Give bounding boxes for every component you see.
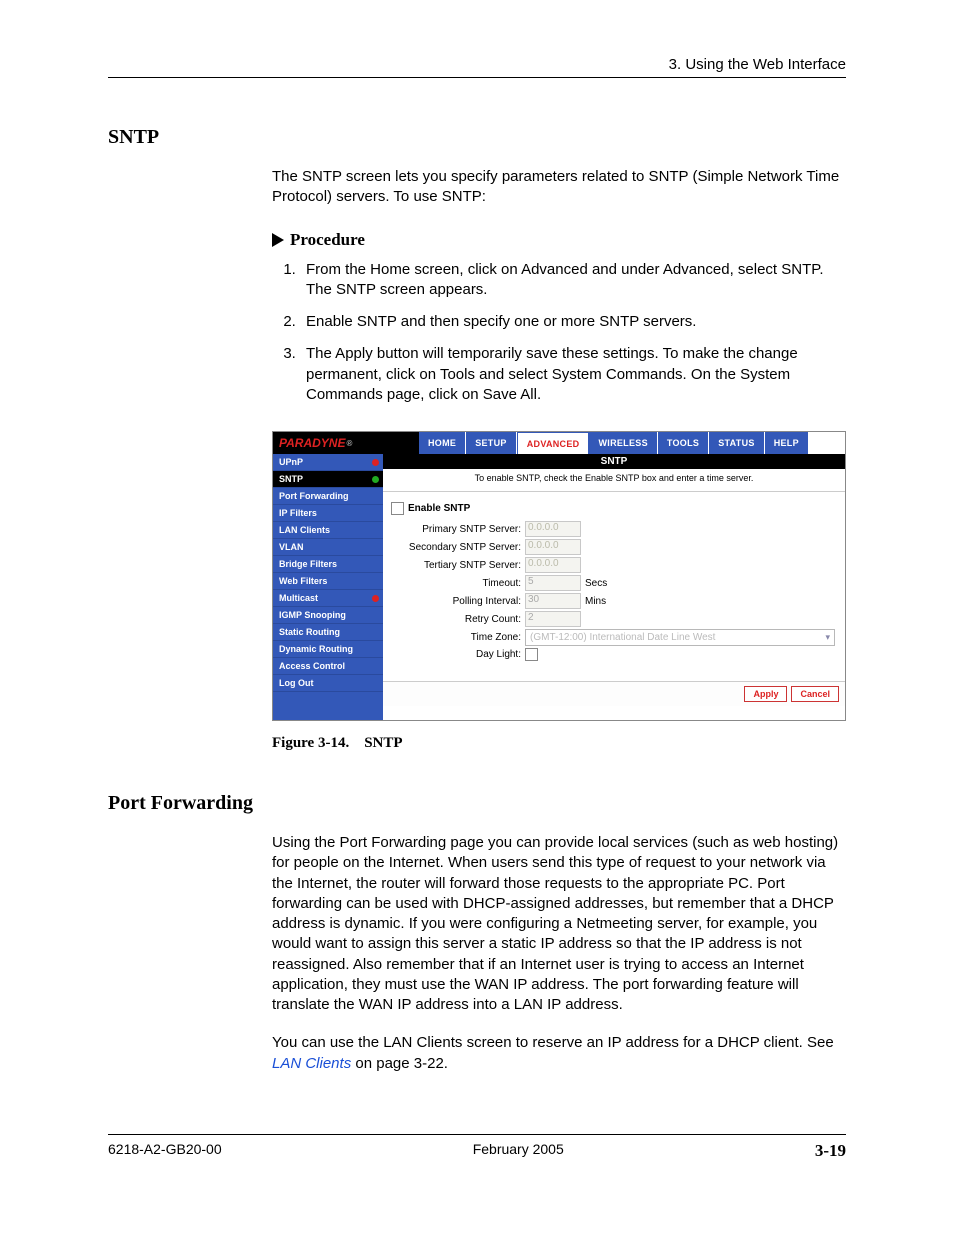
footer-center: February 2005 (473, 1141, 564, 1161)
sidebar-item-bridge-filters[interactable]: Bridge Filters (273, 556, 383, 573)
tab-help[interactable]: HELP (765, 432, 809, 454)
page-footer: 6218-A2-GB20-00 February 2005 3-19 (108, 1134, 846, 1161)
sidebar-item-web-filters[interactable]: Web Filters (273, 573, 383, 590)
port-forwarding-p2: You can use the LAN Clients screen to re… (272, 1033, 846, 1074)
chevron-down-icon: ▾ (825, 632, 830, 643)
footer-left: 6218-A2-GB20-00 (108, 1141, 222, 1161)
figure-caption: Figure 3-14. SNTP (272, 735, 846, 752)
sidebar-item-port-forwarding[interactable]: Port Forwarding (273, 488, 383, 505)
sidebar-item-dynamic-routing[interactable]: Dynamic Routing (273, 641, 383, 658)
poll-label: Polling Interval: (391, 596, 525, 607)
tertiary-label: Tertiary SNTP Server: (391, 560, 525, 571)
secondary-label: Secondary SNTP Server: (391, 542, 525, 553)
sidebar-item-logout[interactable]: Log Out (273, 675, 383, 692)
tab-status[interactable]: STATUS (709, 432, 764, 454)
poll-unit: Mins (585, 596, 606, 607)
panel-title: SNTP (383, 454, 845, 469)
sidebar-item-ip-filters[interactable]: IP Filters (273, 505, 383, 522)
footer-page-number: 3-19 (815, 1141, 846, 1161)
retry-input[interactable]: 2 (525, 611, 581, 627)
tertiary-input[interactable]: 0.0.0.0 (525, 557, 581, 573)
triangle-icon (272, 233, 284, 247)
panel-subtitle: To enable SNTP, check the Enable SNTP bo… (383, 469, 845, 492)
procedure-heading: Procedure (272, 230, 846, 250)
primary-input[interactable]: 0.0.0.0 (525, 521, 581, 537)
enable-sntp-label: Enable SNTP (408, 503, 470, 514)
tab-wireless[interactable]: WIRELESS (589, 432, 657, 454)
sidebar-item-sntp[interactable]: SNTP (273, 471, 383, 488)
apply-button[interactable]: Apply (744, 686, 787, 702)
secondary-input[interactable]: 0.0.0.0 (525, 539, 581, 555)
sntp-intro: The SNTP screen lets you specify paramet… (272, 167, 846, 208)
cancel-button[interactable]: Cancel (791, 686, 839, 702)
procedure-label: Procedure (290, 230, 365, 250)
poll-input[interactable]: 30 (525, 593, 581, 609)
procedure-steps: From the Home screen, click on Advanced … (272, 260, 846, 406)
tz-label: Time Zone: (391, 632, 525, 643)
status-dot-icon (372, 459, 379, 466)
primary-label: Primary SNTP Server: (391, 524, 525, 535)
step-3: The Apply button will temporarily save t… (300, 344, 846, 405)
step-2: Enable SNTP and then specify one or more… (300, 312, 846, 332)
timezone-select[interactable]: (GMT-12:00) International Date Line West… (525, 629, 835, 646)
daylight-label: Day Light: (391, 649, 525, 660)
timeout-unit: Secs (585, 578, 607, 589)
sidebar-item-upnp[interactable]: UPnP (273, 454, 383, 471)
status-dot-icon (372, 595, 379, 602)
section-title-port-forwarding: Port Forwarding (108, 792, 846, 815)
timeout-input[interactable]: 5 (525, 575, 581, 591)
sidebar-item-igmp[interactable]: IGMP Snooping (273, 607, 383, 624)
sntp-screenshot: PARADYNE® HOME SETUP ADVANCED WIRELESS T… (272, 431, 846, 721)
status-dot-icon (372, 476, 379, 483)
daylight-checkbox[interactable] (525, 648, 538, 661)
port-forwarding-p1: Using the Port Forwarding page you can p… (272, 833, 846, 1015)
sidebar-item-multicast[interactable]: Multicast (273, 590, 383, 607)
lan-clients-link[interactable]: LAN Clients (272, 1055, 351, 1072)
retry-label: Retry Count: (391, 614, 525, 625)
sidebar-item-lan-clients[interactable]: LAN Clients (273, 522, 383, 539)
sidebar-item-access-control[interactable]: Access Control (273, 658, 383, 675)
tab-tools[interactable]: TOOLS (658, 432, 709, 454)
sidebar-item-static-routing[interactable]: Static Routing (273, 624, 383, 641)
sidebar: UPnP SNTP Port Forwarding IP Filters LAN… (273, 454, 383, 720)
page-header: 3. Using the Web Interface (108, 56, 846, 78)
tab-home[interactable]: HOME (419, 432, 466, 454)
tab-setup[interactable]: SETUP (466, 432, 517, 454)
timeout-label: Timeout: (391, 578, 525, 589)
tab-advanced[interactable]: ADVANCED (517, 432, 590, 454)
section-title-sntp: SNTP (108, 126, 846, 149)
top-tabs: HOME SETUP ADVANCED WIRELESS TOOLS STATU… (419, 432, 845, 454)
brand-logo: PARADYNE® (273, 432, 419, 454)
enable-sntp-checkbox[interactable] (391, 502, 404, 515)
step-1: From the Home screen, click on Advanced … (300, 260, 846, 301)
sidebar-item-vlan[interactable]: VLAN (273, 539, 383, 556)
